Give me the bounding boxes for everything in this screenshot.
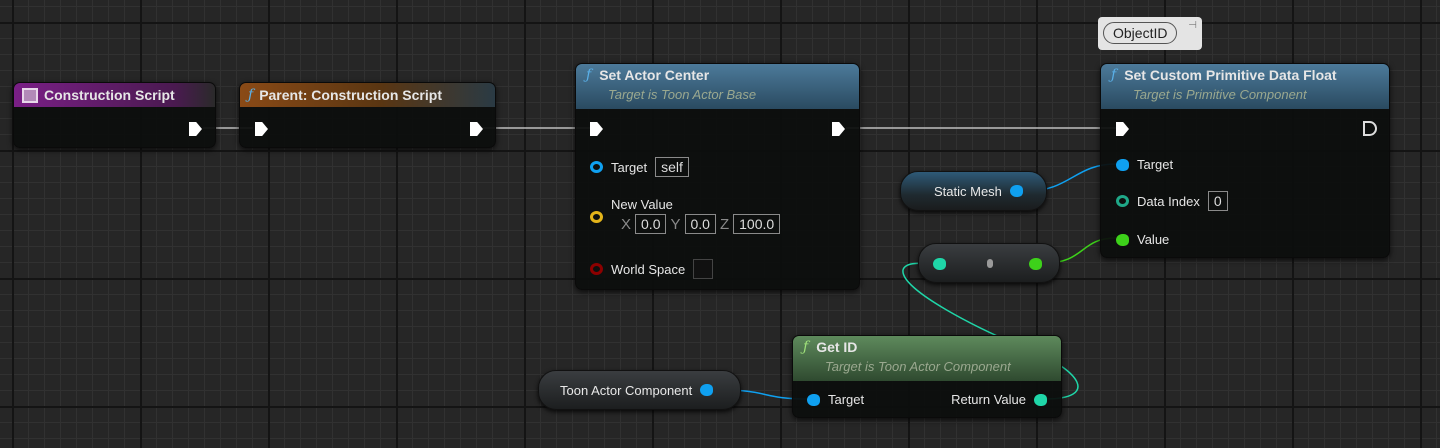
new-value-pin[interactable] — [590, 211, 603, 223]
exec-out-pin[interactable] — [189, 122, 202, 136]
static-mesh-variable-node[interactable]: Static Mesh — [900, 171, 1047, 211]
construction-script-node[interactable]: Construction Script — [13, 82, 216, 148]
exec-in-pin[interactable] — [1116, 122, 1129, 136]
get-id-node[interactable]: ƒ Get ID Target is Toon Actor Component Ta… — [792, 335, 1062, 418]
y-field[interactable]: 0.0 — [684, 214, 716, 234]
comment-text: ObjectID — [1103, 22, 1178, 44]
function-icon: ƒ — [248, 87, 254, 103]
node-label: Static Mesh — [934, 183, 1002, 199]
data-index-field[interactable]: 0 — [1207, 191, 1228, 211]
target-pin[interactable] — [590, 161, 603, 173]
function-icon: ƒ — [803, 339, 809, 355]
target-value-field[interactable]: self — [655, 157, 689, 177]
pin-label: Data Index — [1137, 193, 1200, 209]
exec-out-pin[interactable] — [832, 122, 845, 136]
node-title: Get ID — [816, 339, 858, 355]
int-in-pin[interactable] — [933, 258, 946, 270]
x-label: X — [621, 215, 632, 233]
node-title: Set Actor Center — [599, 67, 710, 83]
pin-label: Return Value — [951, 392, 1026, 407]
target-pin[interactable] — [807, 393, 820, 406]
z-field[interactable]: 100.0 — [733, 214, 781, 234]
conversion-icon — [987, 259, 993, 268]
pin-label: Target — [1137, 157, 1174, 172]
set-actor-center-node[interactable]: ƒ Set Actor Center Target is Toon Actor Ba… — [575, 63, 860, 290]
function-icon: ƒ — [586, 67, 592, 83]
x-field[interactable]: 0.0 — [635, 214, 667, 234]
event-icon — [22, 87, 38, 103]
world-space-pin[interactable] — [590, 263, 603, 275]
target-pin[interactable] — [1116, 158, 1129, 171]
return-value-pin[interactable] — [1034, 393, 1047, 406]
world-space-checkbox[interactable] — [693, 259, 714, 279]
toon-actor-component-variable-node[interactable]: Toon Actor Component — [538, 370, 741, 410]
exec-in-pin[interactable] — [590, 122, 603, 136]
static-mesh-out-pin[interactable] — [1009, 185, 1023, 197]
node-subtitle: Target is Toon Actor Base — [608, 87, 757, 102]
exec-out-pin[interactable] — [1363, 121, 1377, 136]
value-pin[interactable] — [1116, 233, 1129, 246]
y-label: Y — [670, 215, 681, 233]
node-subtitle: Target is Primitive Component — [1133, 87, 1307, 102]
pin-label: Target — [828, 392, 865, 407]
node-label: Toon Actor Component — [560, 382, 693, 398]
node-title: Construction Script — [44, 87, 175, 103]
pin-label: Target — [611, 159, 648, 175]
set-custom-primitive-data-float-node[interactable]: ƒ Set Custom Primitive Data Float Target i… — [1100, 63, 1390, 258]
comment-bubble[interactable]: ObjectID ⊣ — [1098, 17, 1202, 50]
node-title: Set Custom Primitive Data Float — [1124, 67, 1337, 83]
exec-out-pin[interactable] — [470, 122, 483, 136]
toon-actor-component-out-pin[interactable] — [700, 384, 714, 396]
pin-icon[interactable]: ⊣ — [1188, 20, 1197, 31]
pin-label: New Value — [611, 197, 673, 212]
function-icon: ƒ — [1111, 67, 1117, 83]
float-out-pin[interactable] — [1029, 258, 1042, 270]
node-title: Parent: Construction Script — [259, 87, 442, 103]
exec-in-pin[interactable] — [255, 122, 268, 136]
node-subtitle: Target is Toon Actor Component — [825, 359, 1011, 374]
z-label: Z — [719, 215, 730, 233]
data-index-pin[interactable] — [1116, 195, 1129, 207]
pin-label: World Space — [611, 261, 686, 277]
conversion-node[interactable] — [918, 243, 1060, 283]
pin-label: Value — [1137, 232, 1170, 247]
parent-construction-script-node[interactable]: ƒ Parent: Construction Script — [239, 82, 496, 148]
